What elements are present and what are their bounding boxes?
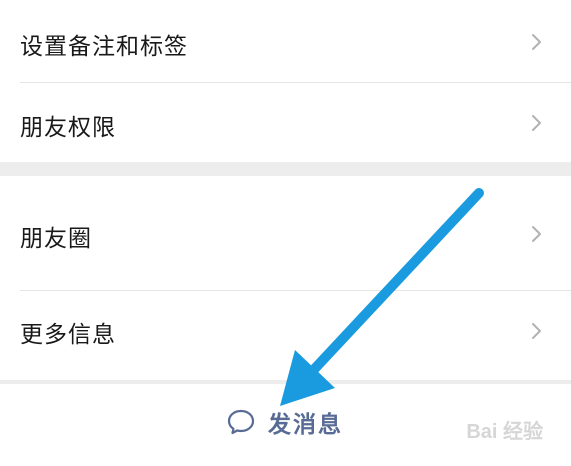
chat-bubble-icon (227, 409, 255, 435)
send-message-label: 发消息 (268, 412, 343, 438)
menu-item-label: 朋友权限 (20, 115, 116, 141)
menu-item-label: 朋友圈 (20, 226, 92, 252)
chevron-right-icon (532, 34, 541, 50)
chevron-right-icon (532, 115, 541, 131)
menu-item-set-remark-tags[interactable]: 设置备注和标签 (0, 0, 571, 82)
send-message-button[interactable]: 发消息 (226, 404, 343, 440)
menu-item-label: 更多信息 (20, 322, 116, 348)
menu-group-1: 设置备注和标签 朋友权限 (0, 0, 571, 162)
menu-group-2: 朋友圈 更多信息 (0, 176, 571, 380)
contact-profile-screen: 设置备注和标签 朋友权限 朋友圈 更多信息 发消息 Bai 经验 (0, 0, 571, 466)
menu-item-label: 设置备注和标签 (20, 34, 188, 60)
chevron-right-icon (532, 323, 541, 339)
menu-item-friend-permissions[interactable]: 朋友权限 (0, 83, 571, 162)
menu-item-moments[interactable]: 朋友圈 (0, 176, 571, 290)
watermark-text: Bai 经验 (466, 421, 543, 443)
menu-item-more-info[interactable]: 更多信息 (0, 291, 571, 380)
chevron-right-icon (532, 226, 541, 242)
baidu-jingyan-watermark: Bai 经验 (466, 415, 543, 444)
